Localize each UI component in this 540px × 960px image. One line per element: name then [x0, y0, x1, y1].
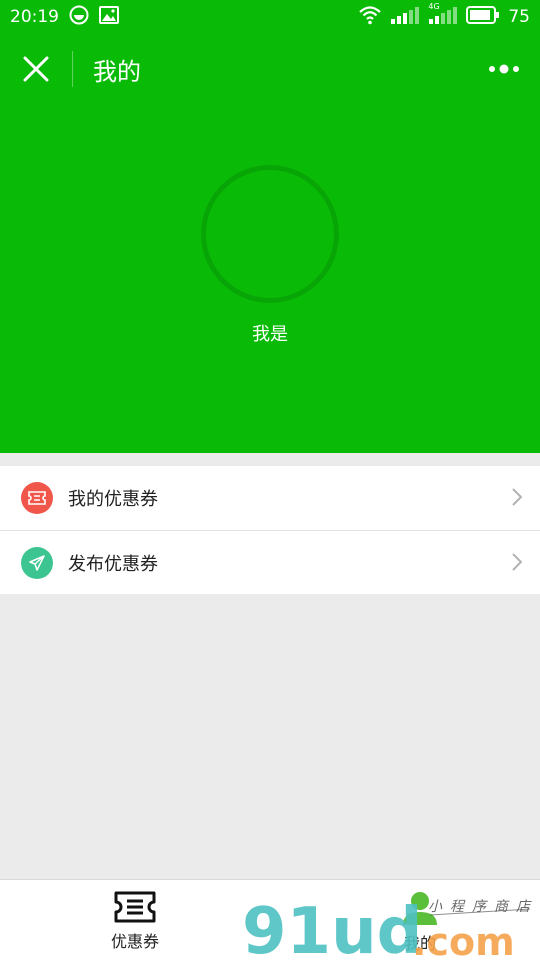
tab-coupons[interactable]: 优惠券	[0, 880, 270, 960]
user-icon	[403, 892, 437, 925]
menu-item-publish-coupon[interactable]: 发布优惠券	[0, 530, 540, 594]
menu-icon-bg	[21, 546, 53, 579]
battery-level: 75	[508, 7, 530, 27]
menu-item-label: 我的优惠券	[68, 489, 158, 510]
chevron-right-icon	[512, 553, 522, 571]
network-label: 4G	[428, 1, 440, 11]
profile-name: 我是	[252, 324, 288, 345]
close-icon	[23, 56, 49, 82]
ticket-icon	[28, 491, 46, 505]
more-button[interactable]	[468, 34, 540, 104]
chevron-right-icon	[512, 488, 522, 506]
menu-icon-bg	[21, 482, 53, 514]
tab-label: 我的	[403, 934, 436, 953]
avatar[interactable]	[201, 165, 339, 303]
app-notification-icon	[69, 5, 89, 30]
status-time: 20:19	[10, 7, 59, 27]
tab-bar: 优惠券 我的	[0, 879, 540, 960]
nav-divider	[72, 51, 73, 87]
menu-item-my-coupons[interactable]: 我的优惠券	[0, 466, 540, 530]
battery-icon	[466, 5, 500, 29]
profile-header: 我是	[0, 104, 540, 453]
paper-plane-icon	[29, 554, 45, 571]
close-button[interactable]	[0, 34, 72, 104]
navigation-bar: 我的	[0, 34, 540, 104]
signal-icon	[390, 6, 420, 29]
tab-label: 优惠券	[110, 932, 159, 951]
page-title: 我的	[93, 57, 141, 86]
menu-item-label: 发布优惠券	[68, 553, 158, 575]
image-notification-icon	[99, 5, 119, 29]
more-dots-icon	[489, 64, 519, 74]
status-bar: 20:19 4G 75	[0, 0, 540, 34]
menu-list: 我的优惠券 发布优惠券	[0, 466, 540, 594]
ticket-icon	[114, 891, 156, 923]
tab-mine[interactable]: 我的	[270, 880, 540, 960]
wifi-icon	[358, 5, 382, 30]
signal-4g-icon: 4G	[428, 2, 458, 29]
